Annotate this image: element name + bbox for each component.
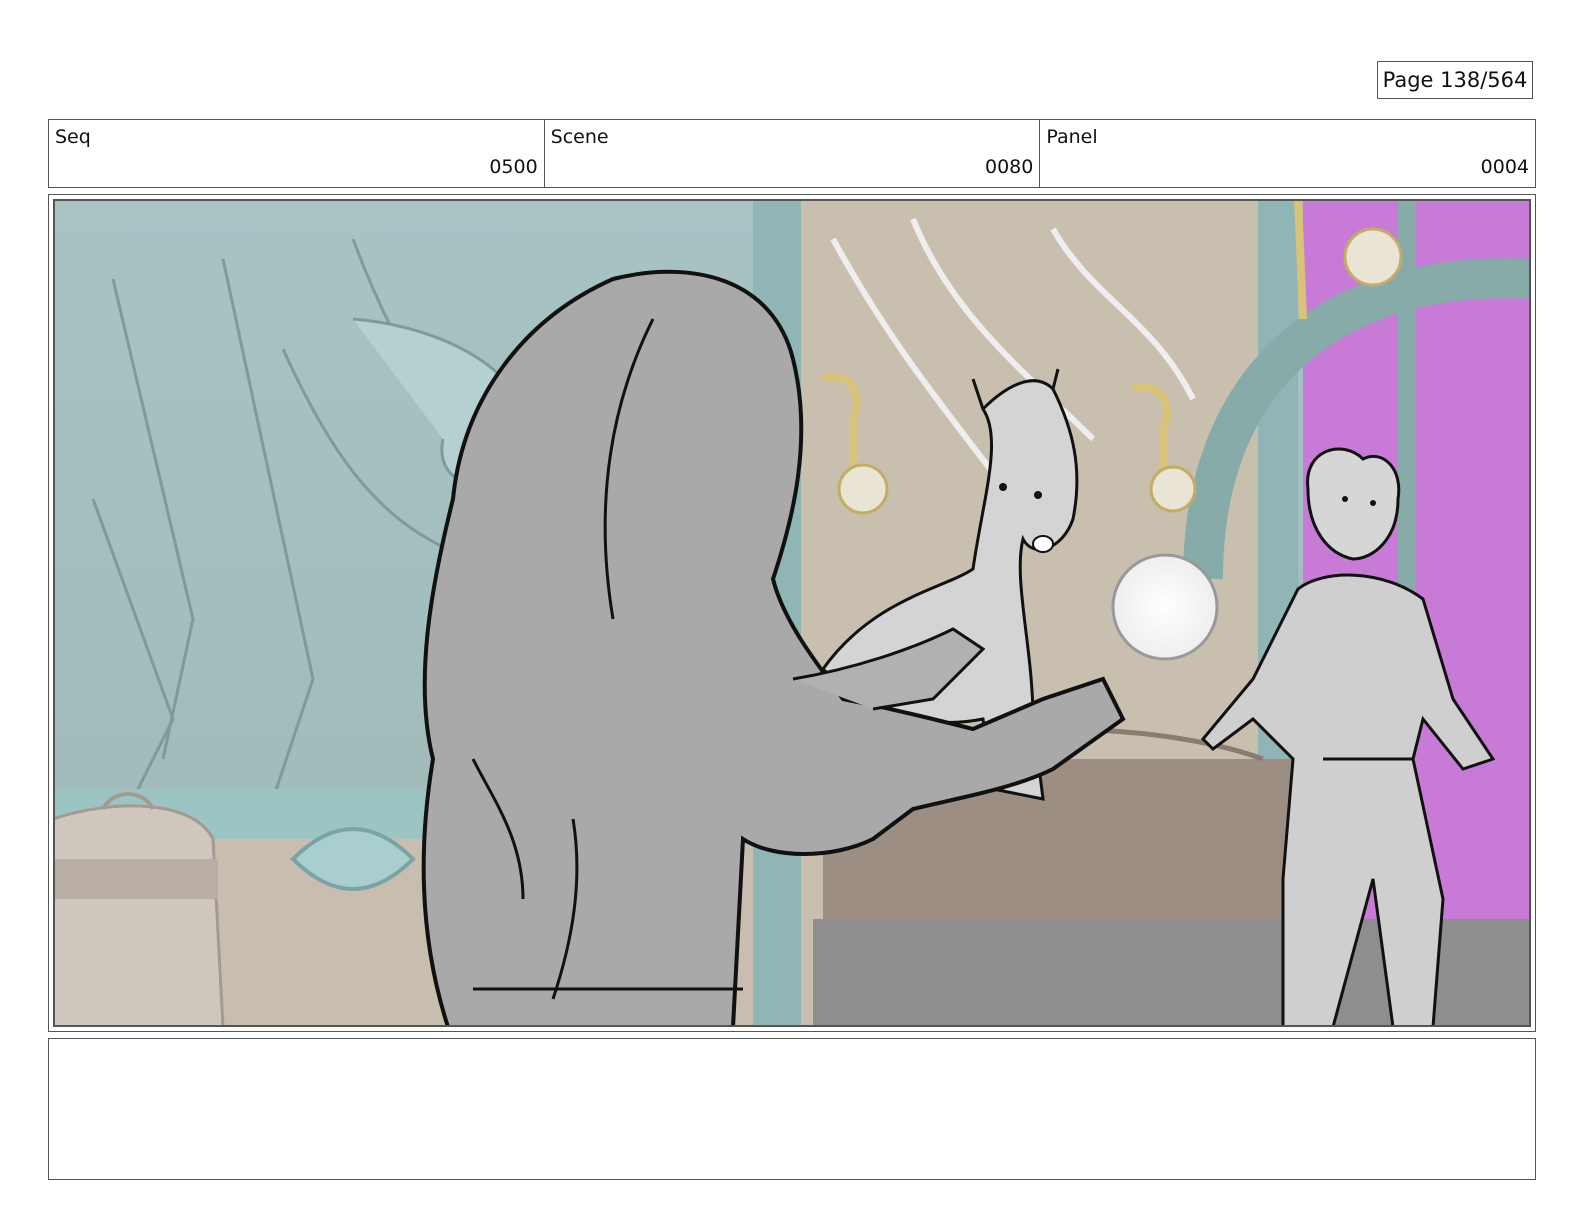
storyboard-drawing: [53, 199, 1531, 1027]
seq-label: Seq: [55, 126, 91, 148]
panel-value: 0004: [1480, 156, 1530, 178]
seq-cell: Seq 0500: [49, 120, 544, 187]
notes-box: [48, 1038, 1536, 1180]
panel-label: Panel: [1046, 126, 1098, 148]
panel-cell: Panel 0004: [1039, 120, 1535, 187]
glowing-orb: [1111, 553, 1219, 661]
shot-info-header: Seq 0500 Scene 0080 Panel 0004: [48, 119, 1536, 188]
storyboard-frame: [48, 194, 1536, 1032]
urn: [53, 792, 225, 1027]
scene-cell: Scene 0080: [543, 120, 1040, 187]
scene-label: Scene: [550, 126, 609, 148]
seq-value: 0500: [489, 156, 538, 178]
scene-value: 0080: [984, 156, 1034, 178]
page-number: Page 138/564: [1377, 61, 1533, 99]
